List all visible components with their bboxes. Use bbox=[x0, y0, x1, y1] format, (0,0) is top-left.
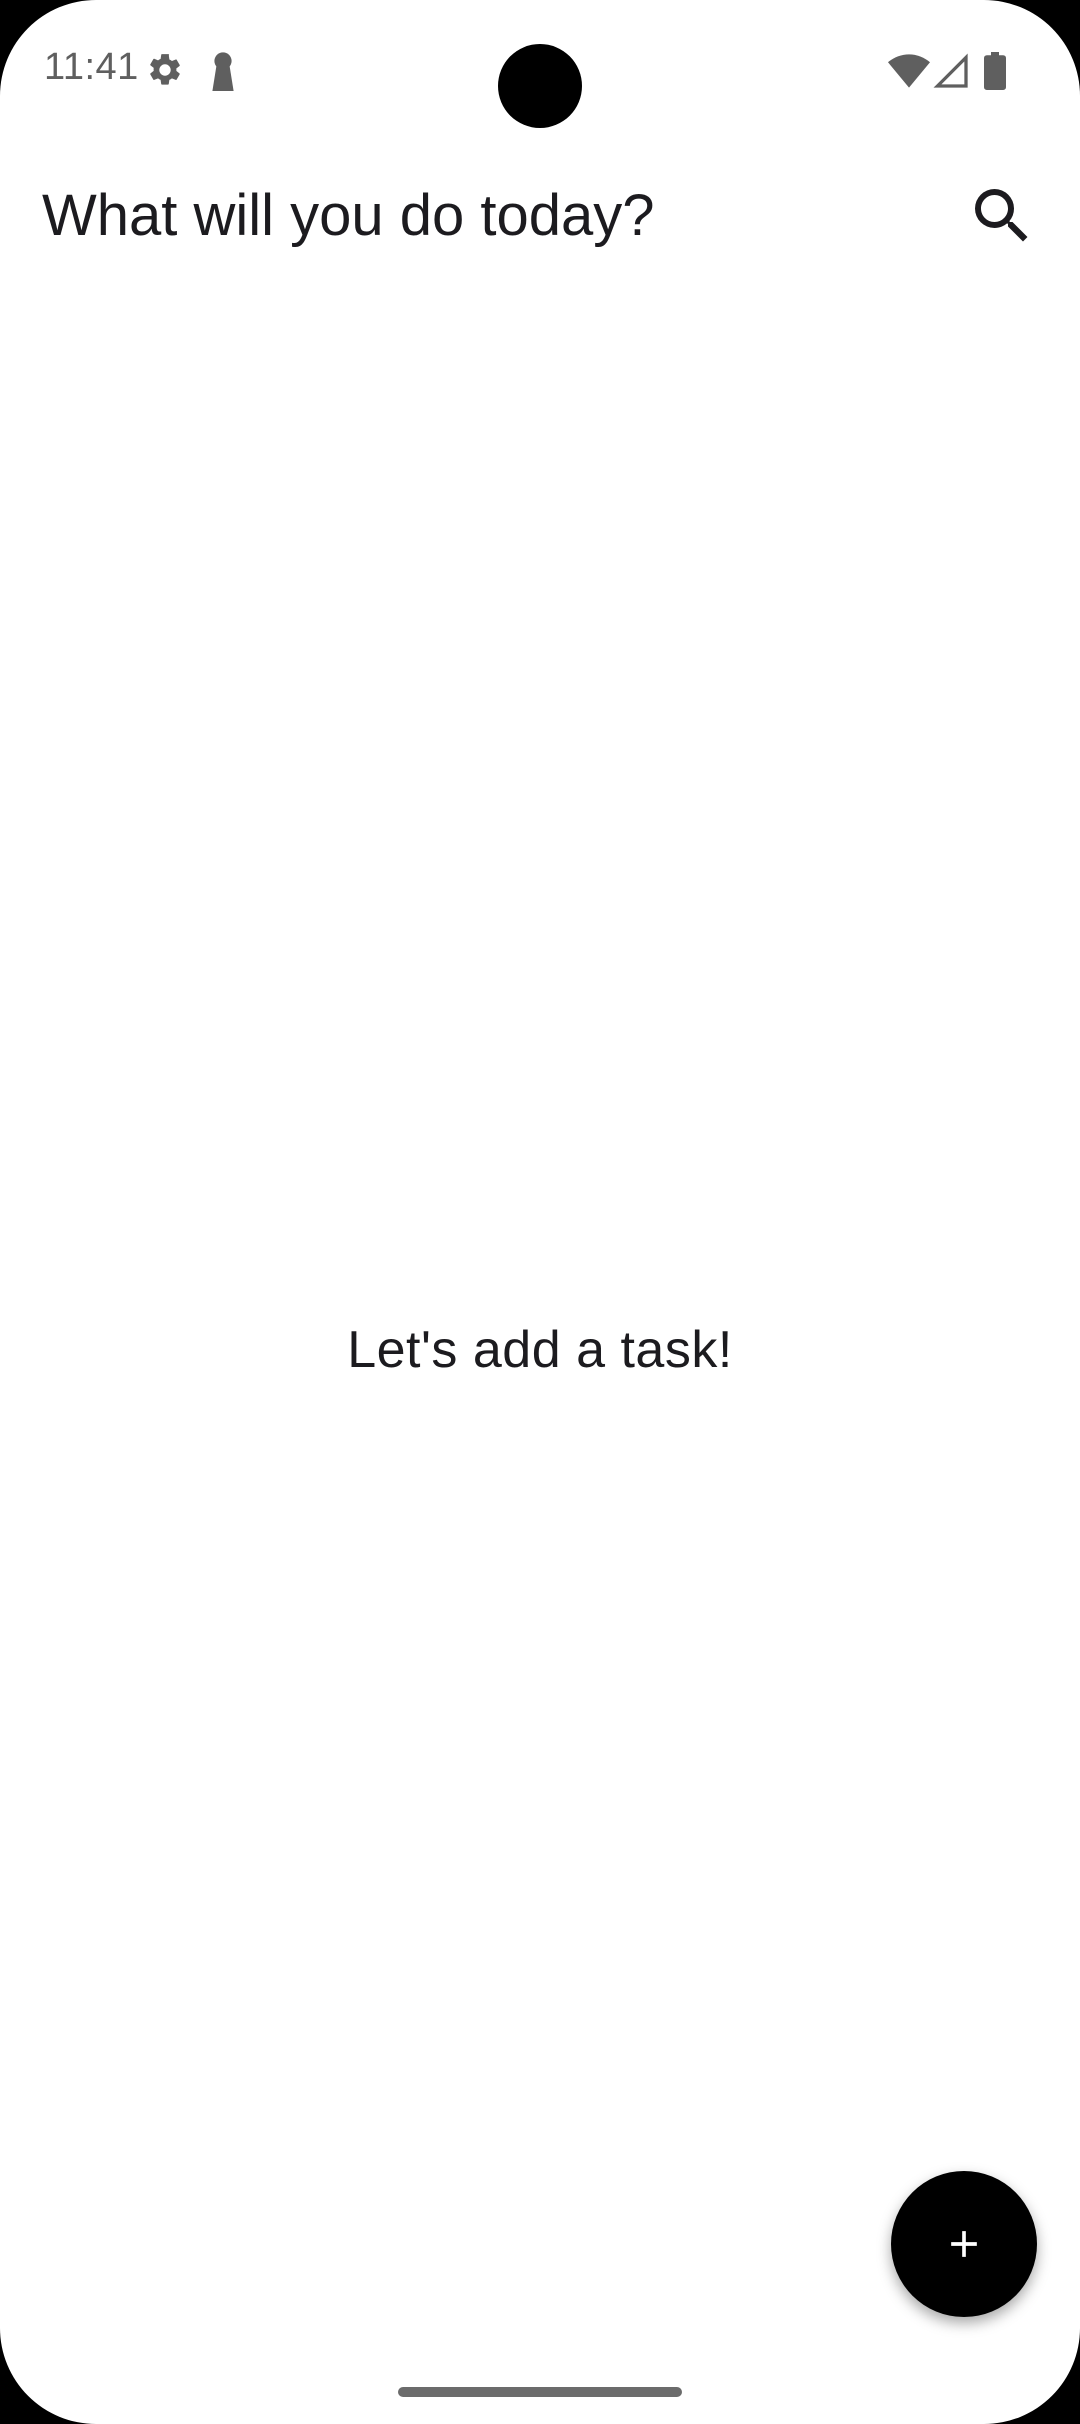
camera-cutout bbox=[498, 44, 582, 128]
search-icon bbox=[975, 189, 1028, 242]
app-screen: 11:41 What will you do today? Let's add … bbox=[0, 0, 1080, 2424]
wifi-icon bbox=[888, 54, 930, 93]
page-title: What will you do today? bbox=[42, 183, 655, 248]
battery-icon bbox=[984, 52, 1006, 95]
search-button[interactable] bbox=[966, 180, 1038, 252]
keyhole-icon bbox=[210, 51, 236, 96]
status-bar: 11:41 bbox=[0, 0, 1080, 140]
empty-state-message: Let's add a task! bbox=[347, 1321, 733, 1379]
gesture-nav-handle[interactable] bbox=[398, 2387, 682, 2397]
plus-icon bbox=[951, 2231, 977, 2257]
cellular-signal-icon bbox=[933, 53, 969, 94]
top-app-bar: What will you do today? bbox=[0, 160, 1080, 270]
settings-gear-icon bbox=[146, 51, 184, 94]
status-time: 11:41 bbox=[44, 46, 139, 88]
add-task-button[interactable] bbox=[891, 2171, 1037, 2317]
